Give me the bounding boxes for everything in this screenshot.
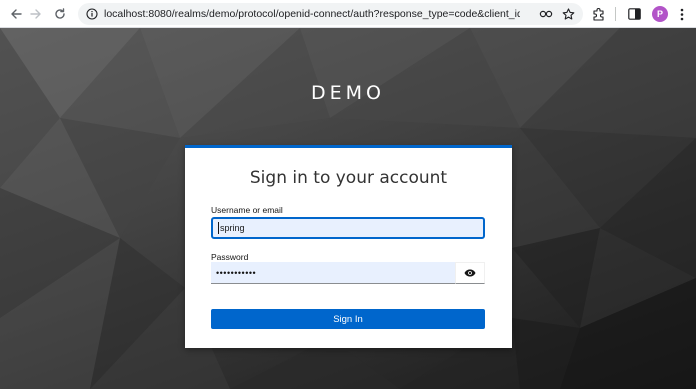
profile-avatar[interactable]: P	[652, 6, 668, 22]
star-icon[interactable]	[560, 6, 576, 22]
forward-icon[interactable]	[26, 4, 46, 24]
kebab-menu-icon[interactable]	[673, 5, 691, 23]
password-key-icon[interactable]	[538, 6, 554, 22]
site-info-icon[interactable]	[85, 7, 99, 21]
password-input[interactable]: •••••••••••	[211, 262, 455, 284]
username-value: spring	[220, 223, 245, 233]
password-value: •••••••••••	[216, 267, 257, 278]
browser-toolbar: localhost:8080/realms/demo/protocol/open…	[0, 0, 696, 28]
password-label: Password	[211, 252, 249, 262]
text-caret	[218, 222, 219, 234]
realm-brand: DEMO	[311, 82, 385, 104]
username-input[interactable]: spring	[211, 217, 485, 239]
login-title: Sign in to your account	[249, 168, 448, 188]
side-panel-icon[interactable]	[625, 5, 643, 23]
sign-in-button[interactable]: Sign In	[211, 309, 485, 329]
address-bar[interactable]: localhost:8080/realms/demo/protocol/open…	[78, 3, 583, 25]
show-password-button[interactable]	[455, 262, 485, 284]
puzzle-icon[interactable]	[590, 5, 608, 23]
username-label: Username or email	[211, 205, 283, 215]
login-page: DEMO Sign in to your account Username or…	[0, 28, 696, 389]
login-card: Sign in to your account Username or emai…	[185, 145, 512, 348]
back-icon[interactable]	[6, 4, 26, 24]
reload-icon[interactable]	[50, 4, 70, 24]
eye-icon	[464, 264, 476, 282]
url-text[interactable]: localhost:8080/realms/demo/protocol/open…	[104, 7, 520, 21]
toolbar-divider	[615, 7, 616, 21]
